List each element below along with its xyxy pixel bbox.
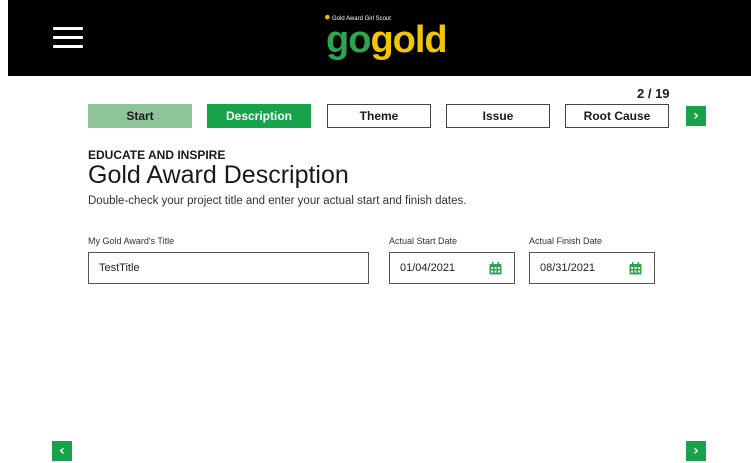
start-date-value: 01/04/2021	[400, 262, 456, 274]
next-page-button[interactable]: ›	[686, 441, 706, 461]
calendar-icon[interactable]	[489, 262, 502, 275]
title-value: TestTitle	[99, 262, 140, 274]
start-date-input[interactable]: 01/04/2021	[389, 252, 515, 284]
menu-icon[interactable]	[53, 27, 83, 49]
tab-start[interactable]: Start	[88, 104, 192, 128]
gogold-logo[interactable]: ✹ Gold Award Girl Scout gogold	[324, 12, 454, 64]
finish-date-value: 08/31/2021	[540, 262, 596, 274]
tabs-next-button[interactable]: ›	[686, 106, 706, 126]
finish-date-label: Actual Finish Date	[529, 236, 603, 246]
previous-page-button[interactable]: ‹	[52, 441, 72, 461]
chevron-left-icon: ‹	[59, 443, 65, 459]
page-subtitle: Double-check your project title and ente…	[88, 195, 467, 207]
finish-date-input[interactable]: 08/31/2021	[529, 252, 655, 284]
tab-description[interactable]: Description	[207, 104, 311, 128]
section-eyebrow: EDUCATE AND INSPIRE	[88, 148, 226, 162]
calendar-icon[interactable]	[629, 262, 642, 275]
logo-wordmark: gogold	[326, 19, 448, 61]
tab-root-cause[interactable]: Root Cause	[565, 104, 669, 128]
chevron-right-icon: ›	[693, 443, 699, 459]
tab-theme[interactable]: Theme	[327, 104, 431, 128]
tab-issue[interactable]: Issue	[446, 104, 550, 128]
start-date-label: Actual Start Date	[389, 236, 458, 246]
page-title: Gold Award Description	[88, 161, 349, 189]
page-counter: 2 / 19	[637, 86, 670, 101]
top-bar: ✹ Gold Award Girl Scout gogold	[8, 0, 751, 76]
title-label: My Gold Award's Title	[88, 236, 175, 246]
chevron-right-icon: ›	[693, 108, 699, 124]
title-input[interactable]: TestTitle	[88, 252, 369, 284]
